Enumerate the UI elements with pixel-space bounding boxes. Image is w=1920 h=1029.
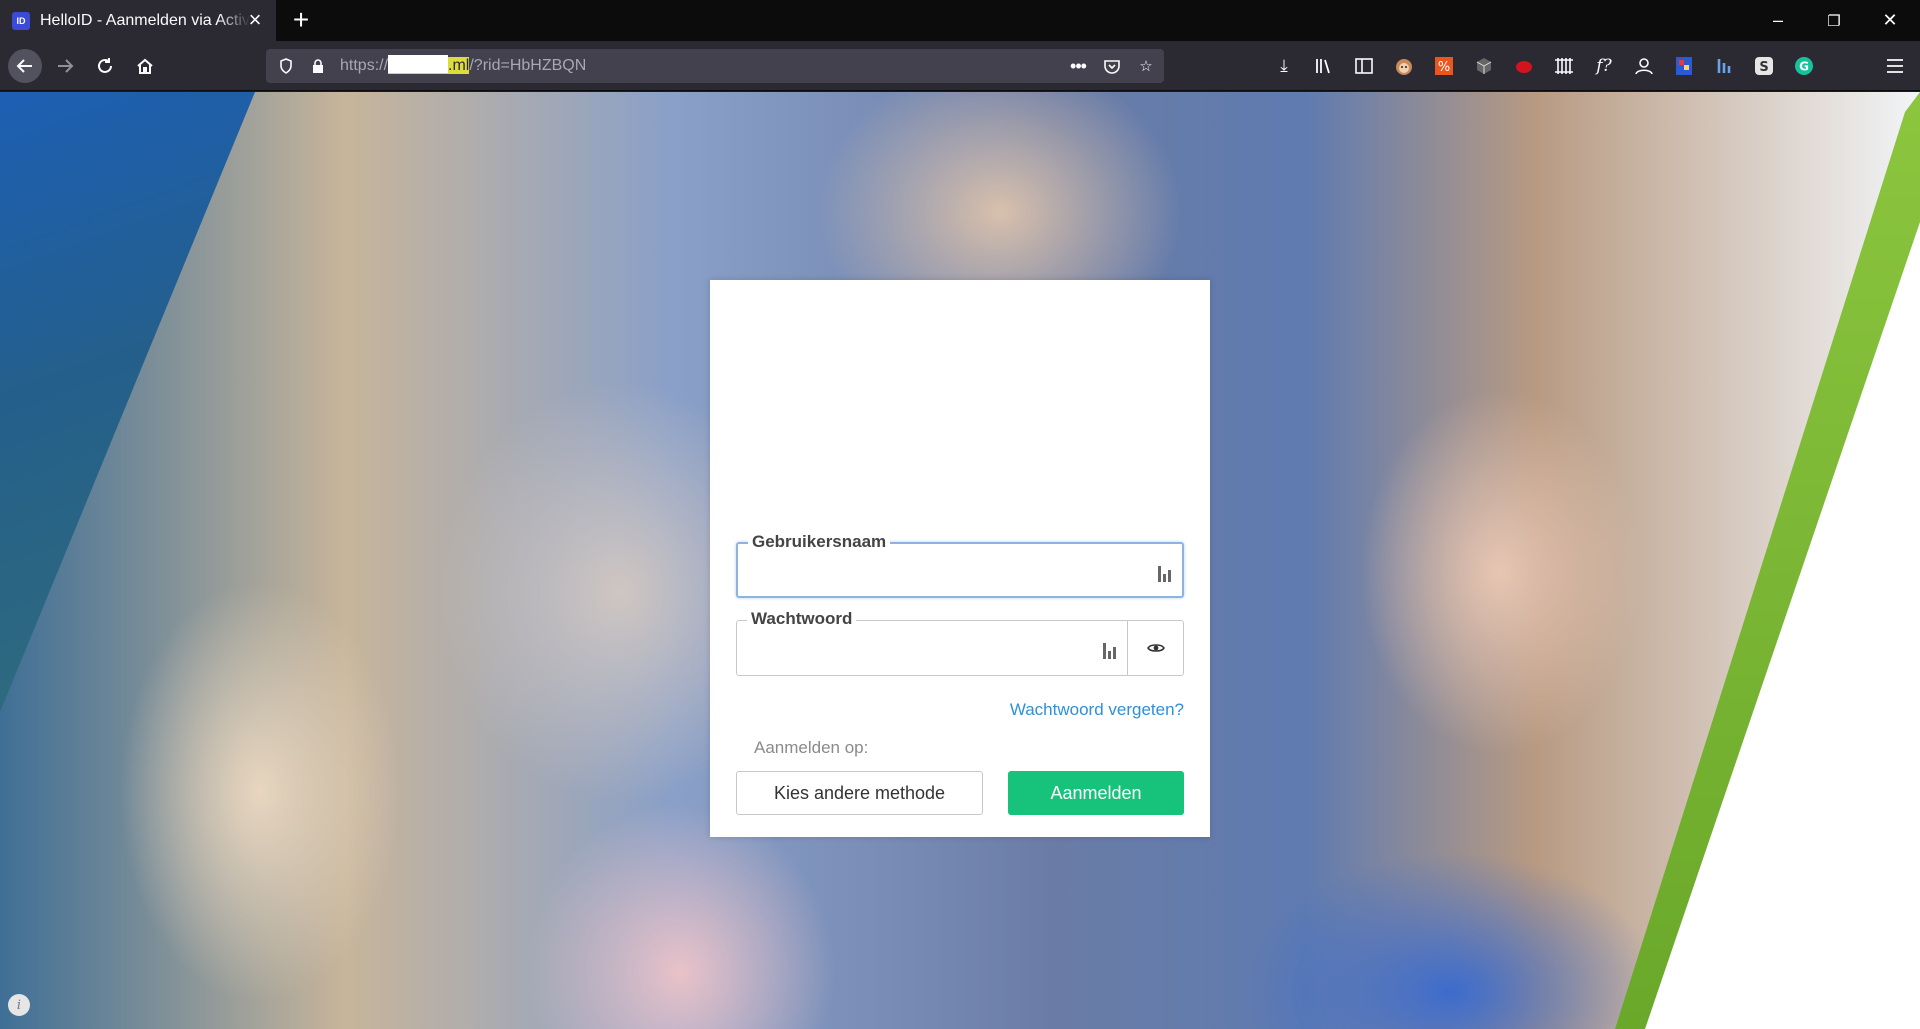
- page-viewport: Gebruikersnaam Wachtwoord Wachtwoord ver…: [0, 92, 1920, 1029]
- restore-icon[interactable]: ❐: [1806, 0, 1862, 41]
- svg-text:G: G: [1799, 60, 1809, 74]
- forward-button[interactable]: [48, 49, 82, 83]
- password-input[interactable]: [747, 635, 1077, 661]
- svg-text:%: %: [1438, 60, 1450, 75]
- extension-red-icon[interactable]: [1513, 55, 1535, 77]
- svg-text:S: S: [1759, 60, 1768, 75]
- extension-monkey-icon[interactable]: [1393, 55, 1415, 77]
- url-host-suffix: .ml: [448, 57, 470, 74]
- navigation-toolbar: https://.ml/?rid=HbHZBQN ••• ☆ ⤓ % f? S …: [0, 41, 1920, 91]
- downloads-icon[interactable]: ⤓: [1273, 55, 1295, 77]
- username-field[interactable]: Gebruikersnaam: [736, 532, 1184, 598]
- redacted-host: [388, 55, 449, 74]
- extension-user-icon[interactable]: [1633, 55, 1655, 77]
- sign-in-button[interactable]: Aanmelden: [1008, 771, 1184, 815]
- extension-colorblocks-icon[interactable]: [1673, 55, 1695, 77]
- password-field[interactable]: Wachtwoord: [736, 609, 1184, 676]
- new-tab-icon[interactable]: +: [286, 6, 316, 36]
- tab-strip: ID HelloID - Aanmelden via Active Direct…: [0, 0, 1920, 41]
- password-manager-icon[interactable]: [1103, 639, 1119, 659]
- url-bar[interactable]: https:// .ml/?rid=HbHZBQN ••• ☆: [266, 49, 1164, 83]
- login-card: Gebruikersnaam Wachtwoord Wachtwoord ver…: [710, 280, 1210, 837]
- lock-icon[interactable]: [306, 49, 330, 83]
- show-password-button[interactable]: [1127, 621, 1183, 675]
- extension-s-icon[interactable]: S: [1753, 55, 1775, 77]
- sidebar-icon[interactable]: [1353, 55, 1375, 77]
- forgot-password-link[interactable]: Wachtwoord vergeten?: [1010, 700, 1184, 720]
- minimize-icon[interactable]: –: [1750, 0, 1806, 41]
- tracking-shield-icon[interactable]: [274, 49, 298, 83]
- username-label: Gebruikersnaam: [748, 532, 891, 552]
- tab-title: HelloID - Aanmelden via Active Directory: [40, 11, 250, 29]
- close-window-icon[interactable]: ✕: [1862, 0, 1918, 41]
- page-actions-icon[interactable]: •••: [1066, 49, 1090, 83]
- logo-area: [710, 280, 1210, 510]
- extension-cube-icon[interactable]: [1473, 55, 1495, 77]
- reload-button[interactable]: [88, 49, 122, 83]
- url-scheme: https://: [340, 57, 389, 74]
- grammarly-icon[interactable]: G: [1793, 55, 1815, 77]
- extension-bars-icon[interactable]: [1713, 55, 1735, 77]
- extension-grid-icon[interactable]: [1553, 55, 1575, 77]
- password-manager-icon[interactable]: [1158, 562, 1174, 582]
- username-input[interactable]: [748, 558, 1128, 584]
- app-menu-icon[interactable]: [1884, 55, 1906, 77]
- arrow-left-icon: [16, 59, 32, 73]
- home-button[interactable]: [128, 49, 162, 83]
- info-icon[interactable]: i: [8, 994, 30, 1016]
- library-icon[interactable]: [1313, 55, 1335, 77]
- choose-other-method-button[interactable]: Kies andere methode: [736, 771, 983, 815]
- sign-in-on-label: Aanmelden op:: [754, 738, 869, 757]
- browser-tab[interactable]: ID HelloID - Aanmelden via Active Direct…: [0, 0, 276, 41]
- extension-function-icon[interactable]: f?: [1593, 55, 1615, 77]
- reload-icon: [98, 58, 112, 73]
- back-button[interactable]: [8, 49, 42, 83]
- bookmark-star-icon[interactable]: ☆: [1134, 49, 1158, 83]
- url-text[interactable]: https:// .ml/?rid=HbHZBQN: [340, 49, 586, 83]
- arrow-right-icon: [58, 59, 74, 73]
- pocket-icon[interactable]: [1100, 49, 1124, 83]
- tab-favicon-icon: ID: [12, 11, 30, 30]
- extension-percent-icon[interactable]: %: [1433, 55, 1455, 77]
- home-icon: [137, 58, 153, 74]
- password-label: Wachtwoord: [747, 609, 857, 629]
- url-path: /?rid=HbHZBQN: [469, 57, 587, 74]
- tab-close-icon[interactable]: ×: [244, 9, 266, 31]
- eye-icon: [1146, 644, 1165, 652]
